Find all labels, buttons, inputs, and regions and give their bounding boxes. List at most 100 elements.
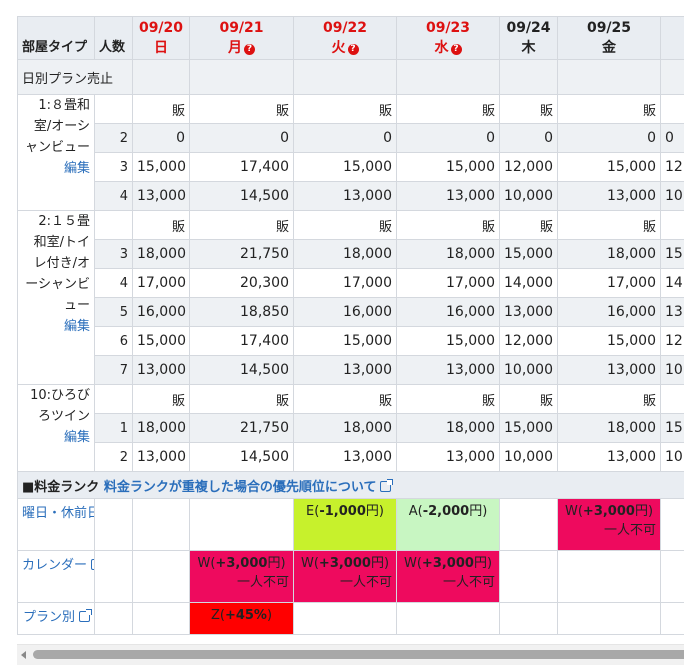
daily-plan-stop-cell[interactable] [661,60,684,95]
daily-plan-stop-cell[interactable] [133,60,190,95]
rank-cell[interactable]: Z(+45%) [190,603,294,635]
rank-empty-cell[interactable] [558,551,661,603]
sell-toggle-cell[interactable]: 販 [558,95,661,124]
price-cell[interactable]: 13,000 [397,356,500,385]
price-cell[interactable]: 13,000 [133,443,190,472]
price-cell[interactable]: 15,000 [558,327,661,356]
daily-plan-stop-cell[interactable] [190,60,294,95]
price-cell[interactable]: 14,500 [190,356,294,385]
rank-empty-cell[interactable] [397,603,500,635]
price-cell[interactable]: 13 [661,298,684,327]
price-cell[interactable]: 18,000 [397,240,500,269]
price-cell[interactable]: 17,000 [294,269,397,298]
daily-plan-stop-cell[interactable] [558,60,661,95]
daily-plan-stop-cell[interactable] [294,60,397,95]
price-cell[interactable]: 15,000 [397,327,500,356]
price-cell[interactable]: 13,000 [558,356,661,385]
sell-toggle-cell[interactable]: 販 [500,385,558,414]
price-cell[interactable]: 12 [661,327,684,356]
price-cell[interactable]: 12,000 [500,327,558,356]
price-cell[interactable]: 15 [661,414,684,443]
date-header-1[interactable]: 09/21月? [190,17,294,60]
rank-empty-cell[interactable] [500,499,558,551]
sell-toggle-cell[interactable]: 販 [190,385,294,414]
price-cell[interactable]: 16,000 [558,298,661,327]
price-cell[interactable]: 13,000 [397,182,500,211]
sell-toggle-cell[interactable]: 販 [133,385,190,414]
price-cell[interactable]: 15,000 [500,414,558,443]
date-header-0[interactable]: 09/20日 [133,17,190,60]
external-link-icon[interactable] [79,611,90,622]
price-cell[interactable]: 10,000 [500,182,558,211]
price-cell[interactable]: 18,000 [294,414,397,443]
price-cell[interactable]: 17,400 [190,327,294,356]
rank-empty-cell[interactable] [294,603,397,635]
price-cell[interactable]: 13,000 [558,182,661,211]
horizontal-scrollbar[interactable] [17,644,684,665]
price-cell[interactable]: 18,000 [133,414,190,443]
external-link-icon[interactable] [91,559,94,570]
price-cell[interactable]: 14,500 [190,182,294,211]
price-cell[interactable]: 13,000 [133,182,190,211]
date-header-5[interactable]: 09/25金 [558,17,661,60]
price-cell[interactable]: 18,000 [294,240,397,269]
price-cell[interactable]: 12 [661,153,684,182]
help-question-icon[interactable]: ? [451,44,462,55]
sell-toggle-cell[interactable]: 販 [294,211,397,240]
price-cell[interactable]: 15,000 [294,327,397,356]
rank-empty-cell[interactable] [500,551,558,603]
price-cell[interactable]: 10,000 [500,443,558,472]
price-cell[interactable]: 16,000 [397,298,500,327]
price-cell[interactable]: 16,000 [133,298,190,327]
price-cell[interactable]: 0 [661,124,684,153]
price-cell[interactable]: 0 [500,124,558,153]
price-cell[interactable]: 0 [558,124,661,153]
price-cell[interactable]: 18,000 [558,414,661,443]
sell-toggle-cell[interactable]: 販 [558,385,661,414]
rank-cell[interactable]: E(-1,000円) [294,499,397,551]
sell-toggle-cell[interactable]: 販 [190,211,294,240]
sell-toggle-cell[interactable]: 販 [294,385,397,414]
rank-cell[interactable]: W(+3,000円)一人不可 [397,551,500,603]
rank-row-label-cell[interactable]: プラン別 [18,603,95,635]
price-cell[interactable]: 15,000 [294,153,397,182]
date-header-4[interactable]: 09/24木 [500,17,558,60]
price-cell[interactable]: 13,000 [558,443,661,472]
price-cell[interactable]: 13,000 [294,356,397,385]
price-cell[interactable]: 15,000 [133,327,190,356]
sell-toggle-cell[interactable]: 販 [133,211,190,240]
daily-plan-stop-cell[interactable] [500,60,558,95]
price-cell[interactable]: 17,400 [190,153,294,182]
edit-room-link[interactable]: 編集 [22,316,90,337]
price-cell[interactable]: 17,000 [397,269,500,298]
rank-empty-cell[interactable] [661,551,684,603]
price-cell[interactable]: 18,000 [133,240,190,269]
price-cell[interactable]: 21,750 [190,414,294,443]
sell-toggle-cell[interactable]: 販 [500,95,558,124]
price-cell[interactable]: 14,000 [500,269,558,298]
price-cell[interactable]: 14,500 [190,443,294,472]
price-cell[interactable]: 0 [397,124,500,153]
sell-toggle-cell[interactable]: 販 [661,95,684,124]
rank-empty-cell[interactable] [133,551,190,603]
date-header-6[interactable]: 09 [661,17,684,60]
price-cell[interactable]: 13,000 [294,443,397,472]
price-cell[interactable]: 12,000 [500,153,558,182]
price-cell[interactable]: 16,000 [294,298,397,327]
rank-empty-cell[interactable] [133,603,190,635]
price-cell[interactable]: 18,000 [558,240,661,269]
price-cell[interactable]: 0 [190,124,294,153]
price-cell[interactable]: 0 [133,124,190,153]
rank-empty-cell[interactable] [500,603,558,635]
sell-toggle-cell[interactable]: 販 [133,95,190,124]
edit-room-link[interactable]: 編集 [22,158,90,179]
price-cell[interactable]: 15,000 [500,240,558,269]
rank-empty-cell[interactable] [661,603,684,635]
rank-cell[interactable]: W(+3,000円)一人不可 [294,551,397,603]
sell-toggle-cell[interactable]: 販 [397,211,500,240]
scroll-thumb[interactable] [33,650,684,659]
price-cell[interactable]: 18,000 [397,414,500,443]
price-cell[interactable]: 15,000 [133,153,190,182]
sell-toggle-cell[interactable]: 販 [558,211,661,240]
price-cell[interactable]: 14 [661,269,684,298]
